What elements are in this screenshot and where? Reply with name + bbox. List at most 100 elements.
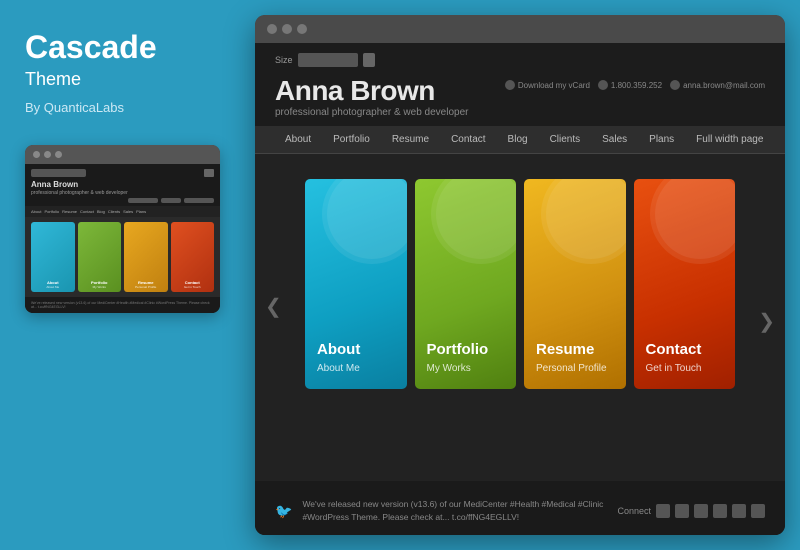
google-icon[interactable]: [751, 504, 765, 518]
linkedin-icon[interactable]: [732, 504, 746, 518]
nav-clients[interactable]: Clients: [540, 126, 591, 153]
brand-by: By QuanticaLabs: [25, 100, 215, 115]
card-portfolio: Portfolio My Works: [415, 179, 517, 389]
small-nav: About Portfolio Resume Contact Blog Clie…: [25, 206, 220, 217]
main-dot-3: [297, 24, 307, 34]
card-contact: Contact Get in Touch: [634, 179, 736, 389]
small-close-btn: [204, 169, 214, 177]
small-card-resume-sub: Personal Profile: [127, 285, 165, 289]
small-footer: We've released new version (v13.6) of ou…: [25, 297, 220, 313]
nav-sales[interactable]: Sales: [592, 126, 637, 153]
small-card-about: About About Me: [31, 222, 75, 292]
small-site-tagline: professional photographer & web develope…: [31, 190, 214, 196]
main-content: Size Anna Brown professional photographe…: [255, 43, 785, 535]
site-name: Anna Brown: [275, 75, 468, 107]
card-contact-label: Contact: [646, 341, 724, 358]
footer-tweet-text: We've released new version (v13.6) of ou…: [302, 498, 607, 524]
card-about-sub: About Me: [317, 363, 395, 374]
cards-section: About About Me Portfolio My Works Resume…: [255, 154, 785, 414]
vcard-icon: [505, 80, 515, 90]
nav-resume[interactable]: Resume: [382, 126, 439, 153]
left-panel: Cascade Theme By QuanticaLabs Anna Brown…: [0, 0, 240, 550]
small-nav-plans: Plans: [136, 209, 146, 214]
site-search-button[interactable]: [363, 53, 375, 67]
main-dot-1: [267, 24, 277, 34]
small-cards: About About Me Portfolio My Works Resume…: [25, 217, 220, 297]
small-browser-mockup: Anna Brown professional photographer & w…: [25, 145, 220, 313]
small-email-pill: [184, 198, 214, 203]
site-email: anna.brown@mail.com: [670, 80, 765, 90]
site-phone: 1.800.359.252: [598, 80, 662, 90]
card-contact-circle: [650, 179, 735, 264]
nav-blog[interactable]: Blog: [498, 126, 538, 153]
prev-arrow[interactable]: ❮: [265, 294, 282, 319]
small-dot-1: [33, 151, 40, 158]
card-about-label: About: [317, 341, 395, 358]
site-tagline: professional photographer & web develope…: [275, 107, 468, 118]
small-card-contact-sub: Get in Touch: [174, 285, 212, 289]
nav-plans[interactable]: Plans: [639, 126, 684, 153]
brand-subtitle: Theme: [25, 69, 215, 90]
small-header-top: [31, 169, 214, 177]
small-nav-resume: Resume: [62, 209, 77, 214]
email-address: anna.brown@mail.com: [683, 81, 765, 90]
site-body: ❮ About About Me Portfolio My Works: [255, 154, 785, 535]
email-icon: [670, 80, 680, 90]
small-nav-about: About: [31, 209, 41, 214]
site-vcard: Download my vCard: [505, 80, 590, 90]
site-header: Size Anna Brown professional photographe…: [255, 43, 785, 126]
small-content: Anna Brown professional photographer & w…: [25, 164, 220, 313]
rss-icon[interactable]: [656, 504, 670, 518]
phone-icon: [598, 80, 608, 90]
site-search-area: Size: [275, 53, 375, 67]
small-card-contact: Contact Get in Touch: [171, 222, 215, 292]
small-nav-portfolio: Portfolio: [44, 209, 59, 214]
site-search-label: Size: [275, 55, 293, 65]
site-header-top: Size: [275, 53, 765, 67]
connect-label: Connect: [617, 506, 651, 516]
card-portfolio-sub: My Works: [427, 363, 505, 374]
site-search-box[interactable]: [298, 53, 358, 67]
small-dot-3: [55, 151, 62, 158]
feed-icon[interactable]: [675, 504, 689, 518]
small-card-about-sub: About Me: [34, 285, 72, 289]
twitter-icon: 🐦: [275, 503, 292, 520]
main-titlebar: [255, 15, 785, 43]
card-contact-sub: Get in Touch: [646, 363, 724, 374]
phone-number: 1.800.359.252: [611, 81, 662, 90]
small-contact-icons: [31, 198, 214, 203]
nav-about[interactable]: About: [275, 126, 321, 153]
site-name-block: Anna Brown professional photographer & w…: [275, 75, 468, 118]
twitter-social-icon[interactable]: [694, 504, 708, 518]
small-card-portfolio: Portfolio My Works: [78, 222, 122, 292]
card-resume-circle: [541, 179, 626, 264]
card-resume: Resume Personal Profile: [524, 179, 626, 389]
nav-contact[interactable]: Contact: [441, 126, 495, 153]
card-resume-sub: Personal Profile: [536, 363, 614, 374]
small-phone-pill: [161, 198, 181, 203]
nav-fullwidth[interactable]: Full width page: [686, 126, 773, 153]
small-site-name: Anna Brown: [31, 180, 214, 189]
card-about-circle: [322, 179, 407, 264]
next-arrow[interactable]: ❯: [758, 309, 775, 334]
small-footer-text: We've released new version (v13.6) of ou…: [31, 301, 214, 309]
small-header: Anna Brown professional photographer & w…: [25, 164, 220, 206]
footer-connect: Connect: [617, 504, 765, 518]
small-card-resume: Resume Personal Profile: [124, 222, 168, 292]
site-footer: 🐦 We've released new version (v13.6) of …: [255, 481, 785, 535]
card-about: About About Me: [305, 179, 407, 389]
site-contact-info: Download my vCard 1.800.359.252 anna.bro…: [505, 80, 765, 90]
nav-portfolio[interactable]: Portfolio: [323, 126, 380, 153]
small-nav-contact: Contact: [80, 209, 94, 214]
small-titlebar: [25, 145, 220, 164]
vcard-label: Download my vCard: [518, 81, 590, 90]
card-portfolio-label: Portfolio: [427, 341, 505, 358]
facebook-icon[interactable]: [713, 504, 727, 518]
card-portfolio-circle: [431, 179, 516, 264]
small-card-portfolio-sub: My Works: [81, 285, 119, 289]
card-resume-label: Resume: [536, 341, 614, 358]
small-dot-2: [44, 151, 51, 158]
site-nav: About Portfolio Resume Contact Blog Clie…: [255, 126, 785, 154]
small-nav-sales: Sales: [123, 209, 133, 214]
main-dot-2: [282, 24, 292, 34]
